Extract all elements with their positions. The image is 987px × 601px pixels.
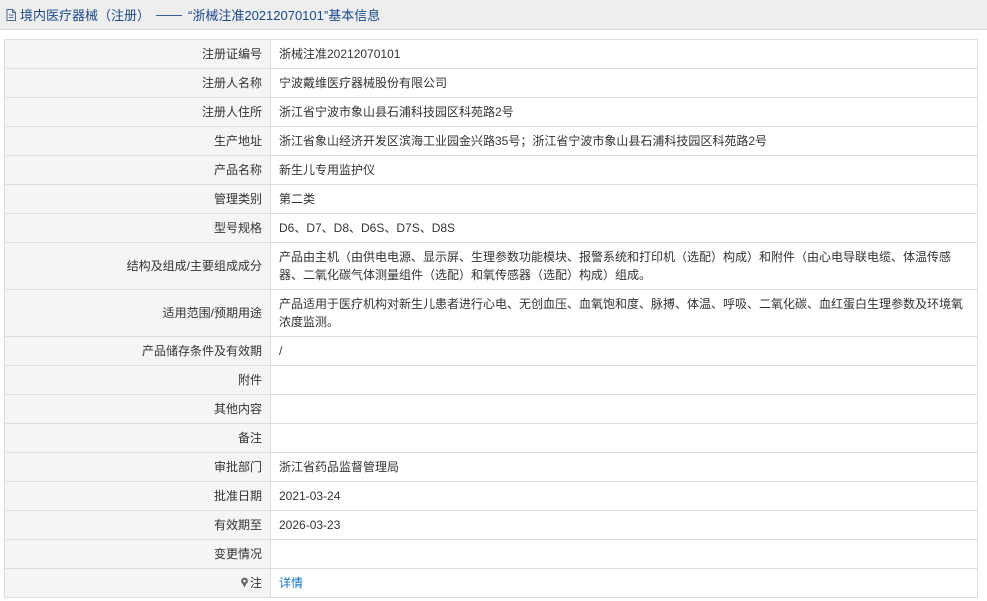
- row-label: 注册人名称: [4, 68, 271, 98]
- table-row: 变更情况: [4, 539, 978, 569]
- table-row: 产品储存条件及有效期 /: [4, 336, 978, 366]
- header-title-prefix: 境内医疗器械（注册）: [20, 8, 151, 23]
- row-value: 浙江省宁波市象山县石浦科技园区科苑路2号: [270, 97, 978, 127]
- table-row: 适用范围/预期用途 产品适用于医疗机构对新生儿患者进行心电、无创血压、血氧饱和度…: [4, 289, 978, 337]
- pin-icon: [240, 575, 249, 588]
- table-row: 型号规格 D6、D7、D8、D6S、D7S、D8S: [4, 213, 978, 243]
- note-value: 详情: [270, 568, 978, 598]
- row-value: 2021-03-24: [270, 481, 978, 511]
- document-icon: [4, 8, 18, 22]
- row-value: 新生儿专用监护仪: [270, 155, 978, 185]
- row-label: 其他内容: [4, 394, 271, 424]
- row-label: 批准日期: [4, 481, 271, 511]
- row-value: 浙江省象山经济开发区滨海工业园金兴路35号；浙江省宁波市象山县石浦科技园区科苑路…: [270, 126, 978, 156]
- row-label: 注册证编号: [4, 39, 271, 69]
- row-value: [270, 365, 978, 395]
- table-row: 注册人住所 浙江省宁波市象山县石浦科技园区科苑路2号: [4, 97, 978, 127]
- row-value: 2026-03-23: [270, 510, 978, 540]
- row-value: D6、D7、D8、D6S、D7S、D8S: [270, 213, 978, 243]
- table-row: 批准日期 2021-03-24: [4, 481, 978, 511]
- row-label: 注册人住所: [4, 97, 271, 127]
- table-row: 管理类别 第二类: [4, 184, 978, 214]
- row-value: 浙江省药品监督管理局: [270, 452, 978, 482]
- info-table: 注册证编号 浙械注准20212070101 注册人名称 宁波戴维医疗器械股份有限…: [4, 39, 978, 598]
- row-label: 型号规格: [4, 213, 271, 243]
- row-value: [270, 539, 978, 569]
- row-label: 变更情况: [4, 539, 271, 569]
- row-label: 附件: [4, 365, 271, 395]
- header-title-main: “浙械注准20212070101”基本信息: [188, 8, 381, 23]
- table-row: 有效期至 2026-03-23: [4, 510, 978, 540]
- row-value: 浙械注准20212070101: [270, 39, 978, 69]
- table-row: 其他内容: [4, 394, 978, 424]
- table-row: 生产地址 浙江省象山经济开发区滨海工业园金兴路35号；浙江省宁波市象山县石浦科技…: [4, 126, 978, 156]
- details-link[interactable]: 详情: [279, 576, 303, 590]
- row-value: [270, 423, 978, 453]
- row-value: 宁波戴维医疗器械股份有限公司: [270, 68, 978, 98]
- table-row: 审批部门 浙江省药品监督管理局: [4, 452, 978, 482]
- row-label: 生产地址: [4, 126, 271, 156]
- row-label: 管理类别: [4, 184, 271, 214]
- row-label: 备注: [4, 423, 271, 453]
- row-label: 产品储存条件及有效期: [4, 336, 271, 366]
- page-header: 境内医疗器械（注册） —— “浙械注准20212070101”基本信息: [0, 0, 987, 30]
- row-label: 适用范围/预期用途: [4, 289, 271, 337]
- row-value: 产品由主机（由供电电源、显示屏、生理参数功能模块、报警系统和打印机（选配）构成）…: [270, 242, 978, 290]
- header-separator: ——: [156, 7, 183, 22]
- table-row: 注册人名称 宁波戴维医疗器械股份有限公司: [4, 68, 978, 98]
- table-row: 注册证编号 浙械注准20212070101: [4, 39, 978, 69]
- table-row: 结构及组成/主要组成成分 产品由主机（由供电电源、显示屏、生理参数功能模块、报警…: [4, 242, 978, 290]
- row-value: 第二类: [270, 184, 978, 214]
- row-label: 结构及组成/主要组成成分: [4, 242, 271, 290]
- table-row: 备注: [4, 423, 978, 453]
- row-value: /: [270, 336, 978, 366]
- note-label-cell: 注: [4, 568, 271, 598]
- note-label: 注: [249, 576, 262, 590]
- table-row: 附件: [4, 365, 978, 395]
- row-label: 审批部门: [4, 452, 271, 482]
- table-row: 产品名称 新生儿专用监护仪: [4, 155, 978, 185]
- row-value: 产品适用于医疗机构对新生儿患者进行心电、无创血压、血氧饱和度、脉搏、体温、呼吸、…: [270, 289, 978, 337]
- row-label: 产品名称: [4, 155, 271, 185]
- row-label: 有效期至: [4, 510, 271, 540]
- note-row: 注 详情: [4, 568, 978, 598]
- row-value: [270, 394, 978, 424]
